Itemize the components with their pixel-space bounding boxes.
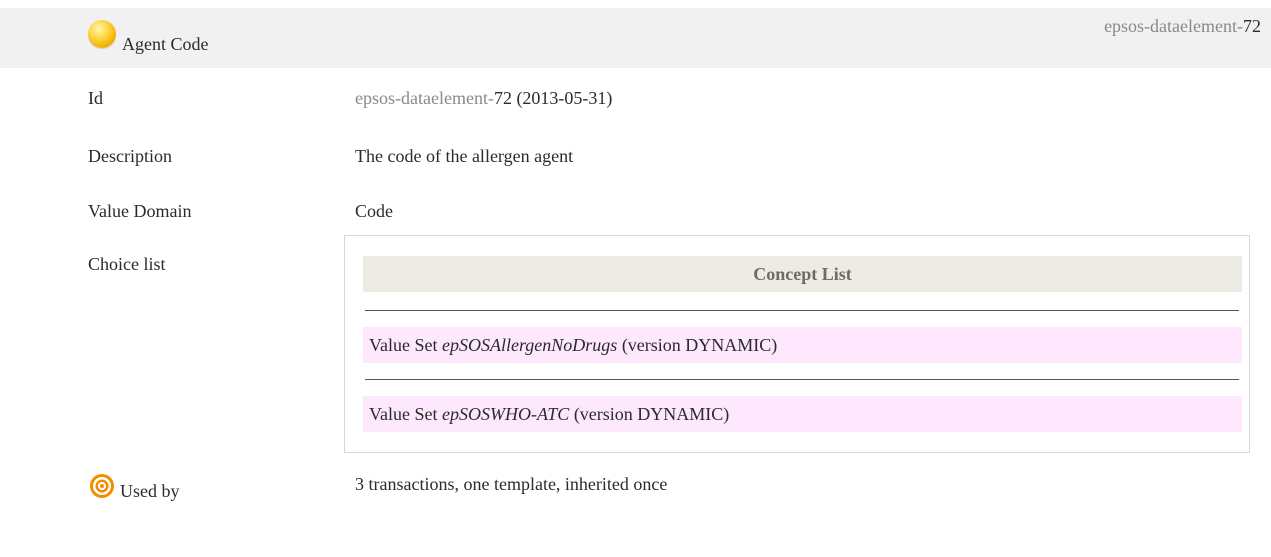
id-date: (2013-05-31) (516, 88, 613, 108)
ref-number: 72 (1243, 16, 1261, 36)
id-prefix: epsos-dataelement- (355, 88, 494, 108)
concept-list-header: Concept List (363, 256, 1242, 292)
id-label: Id (88, 88, 103, 108)
value-domain-value: Code (355, 201, 393, 221)
ref-prefix: epsos-dataelement- (1104, 16, 1243, 36)
divider (365, 310, 1239, 311)
value-set-prefix: Value Set (369, 335, 438, 355)
value-set-prefix: Value Set (369, 404, 438, 424)
value-set-version: (version DYNAMIC) (573, 404, 730, 424)
value-set-row[interactable]: Value Set epSOSAllergenNoDrugs (version … (363, 327, 1242, 363)
id-number: 72 (493, 88, 512, 108)
choice-list-label: Choice list (88, 254, 166, 274)
value-set-row[interactable]: Value Set epSOSWHO-ATC (version DYNAMIC) (363, 396, 1242, 432)
value-set-name[interactable]: epSOSAllergenNoDrugs (442, 335, 617, 355)
used-by-label: Used by (120, 481, 180, 501)
description-label: Description (88, 146, 172, 166)
value-set-version: (version DYNAMIC) (621, 335, 778, 355)
used-by-value: 3 transactions, one template, inherited … (355, 474, 668, 494)
divider (365, 379, 1239, 380)
target-icon (90, 474, 114, 498)
description-value: The code of the allergen agent (355, 146, 574, 166)
value-set-name[interactable]: epSOSWHO-ATC (442, 404, 569, 424)
dataelement-title: Agent Code (122, 34, 209, 54)
dataelement-header: Agent Code epsos-dataelement-72 (0, 8, 1271, 68)
id-value: epsos-dataelement-72 (2013-05-31) (355, 88, 612, 109)
choice-list-box: Concept List Value Set epSOSAllergenNoDr… (344, 235, 1250, 453)
dataelement-ref[interactable]: epsos-dataelement-72 (1104, 16, 1261, 37)
value-domain-label: Value Domain (88, 201, 192, 221)
yellow-ball-icon (88, 20, 116, 48)
